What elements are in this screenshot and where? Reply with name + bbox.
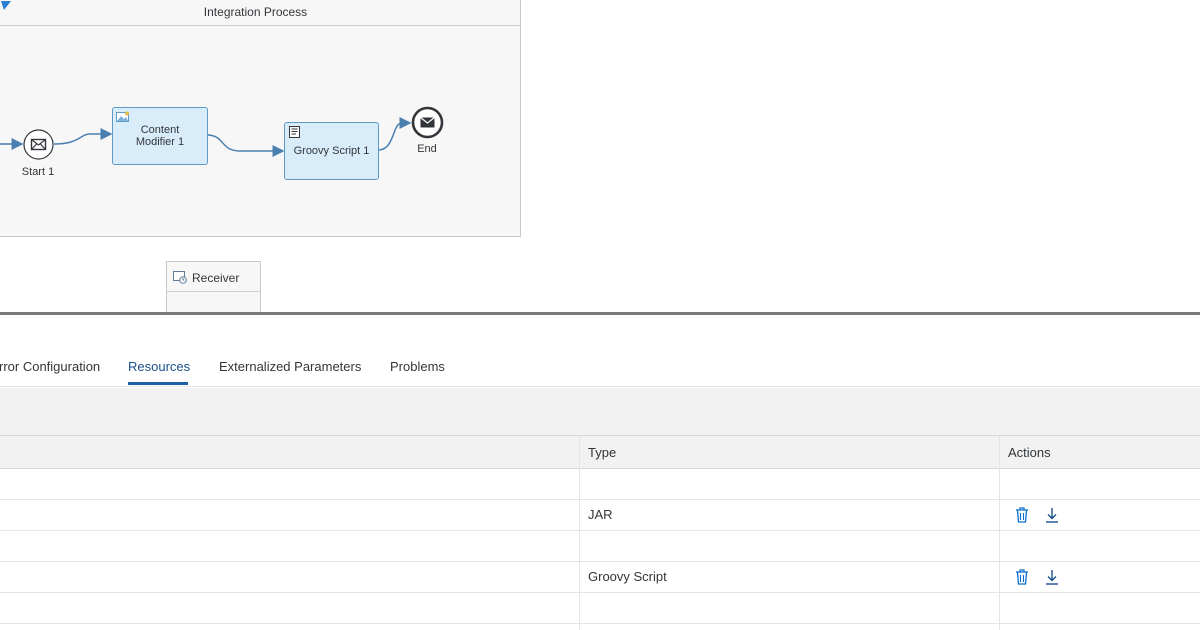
table-row[interactable]: JAR — [0, 500, 1200, 531]
resource-type: Groovy Script — [588, 569, 667, 584]
content-modifier-label-line2: Modifier 1 — [135, 136, 185, 148]
resources-table: Type Actions JAR Groovy Script — [0, 436, 1200, 630]
start-event-label: Start 1 — [21, 166, 55, 178]
receiver-header: Receiver — [167, 262, 260, 292]
download-icon[interactable] — [1044, 568, 1060, 586]
content-modifier-icon — [116, 111, 129, 122]
script-icon — [289, 126, 300, 138]
resource-type: JAR — [588, 507, 613, 522]
properties-tab-bar: rror Configuration Resources Externalize… — [0, 315, 1200, 387]
column-header-actions: Actions — [999, 436, 1200, 469]
end-event-label: End — [417, 143, 437, 155]
groovy-script-label: Groovy Script 1 — [293, 145, 370, 157]
content-modifier-label-line1: Content — [140, 124, 180, 136]
receiver-system-icon — [173, 271, 187, 284]
column-header-type-label: Type — [588, 445, 617, 460]
tab-externalized-parameters[interactable]: Externalized Parameters — [219, 359, 361, 374]
groovy-script-step[interactable]: Groovy Script 1 — [284, 122, 379, 180]
active-tab-indicator — [128, 382, 188, 385]
integration-flow-canvas[interactable]: Integration Process Start 1 Content Modi — [0, 0, 1200, 312]
end-event[interactable] — [411, 106, 444, 139]
column-header-type: Type — [579, 436, 999, 469]
start-event[interactable] — [23, 129, 54, 160]
table-row[interactable]: Groovy Script — [0, 562, 1200, 593]
table-row[interactable] — [0, 469, 1200, 500]
column-divider — [579, 436, 580, 630]
receiver-participant[interactable]: Receiver — [166, 261, 261, 312]
trash-icon[interactable] — [1014, 506, 1030, 524]
envelope-icon — [23, 129, 54, 160]
column-header-name — [0, 436, 579, 469]
table-row[interactable] — [0, 593, 1200, 624]
resources-toolbar — [0, 388, 1200, 436]
content-modifier-step[interactable]: Content Modifier 1 — [112, 107, 208, 165]
column-divider — [999, 436, 1000, 630]
tab-problems[interactable]: Problems — [390, 359, 445, 374]
table-row[interactable] — [0, 531, 1200, 562]
receiver-label: Receiver — [192, 271, 240, 285]
trash-icon[interactable] — [1014, 568, 1030, 586]
column-header-actions-label: Actions — [1008, 445, 1051, 460]
tab-resources[interactable]: Resources — [128, 359, 190, 374]
download-icon[interactable] — [1044, 506, 1060, 524]
envelope-icon — [411, 106, 444, 139]
flow-content-modifier-to-groovy — [206, 134, 285, 157]
flow-start-to-content-modifier — [53, 128, 113, 145]
tab-error-configuration[interactable]: rror Configuration — [0, 359, 100, 374]
